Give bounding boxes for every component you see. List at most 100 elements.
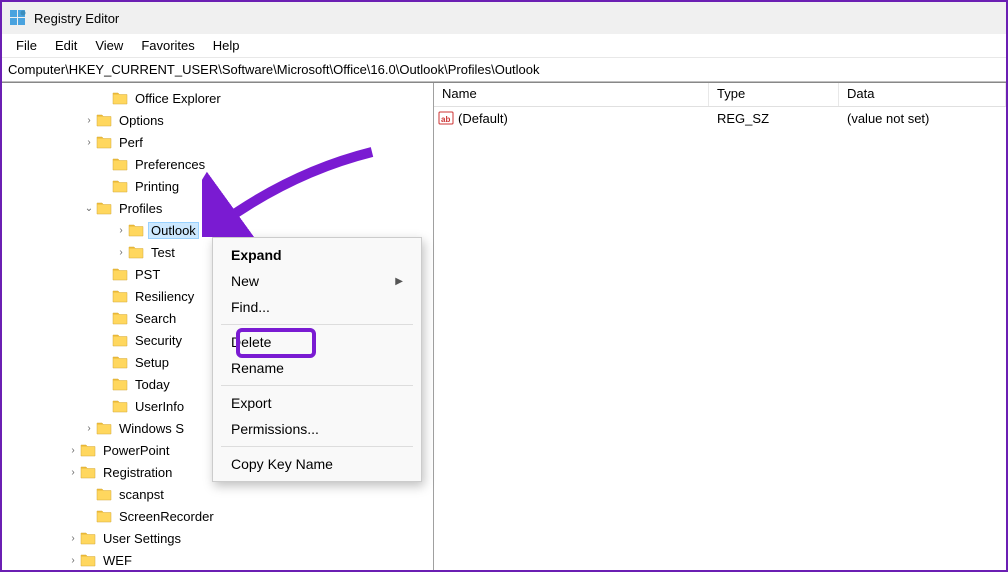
chevron-right-icon[interactable]: ›: [66, 553, 80, 567]
tree-item[interactable]: › WEF: [2, 549, 433, 570]
ctx-delete[interactable]: Delete: [213, 329, 421, 355]
chevron-right-icon[interactable]: ›: [114, 245, 128, 259]
folder-icon: [112, 91, 128, 105]
toggle-spacer: [98, 399, 112, 413]
tree-item-label: WEF: [100, 552, 135, 569]
folder-icon: [112, 399, 128, 413]
folder-icon: [128, 245, 144, 259]
tree-item-label: PST: [132, 266, 163, 283]
folder-icon: [96, 201, 112, 215]
ctx-export[interactable]: Export: [213, 390, 421, 416]
toggle-spacer: [98, 377, 112, 391]
tree-item-label: User Settings: [100, 530, 184, 547]
folder-icon: [112, 289, 128, 303]
chevron-right-icon[interactable]: ›: [82, 135, 96, 149]
folder-icon: [80, 531, 96, 545]
main-content: Office Explorer › Options › Perf Preferences P…: [2, 82, 1006, 570]
tree-item-label: Printing: [132, 178, 182, 195]
tree-item[interactable]: › Options: [2, 109, 433, 131]
chevron-right-icon[interactable]: ›: [66, 465, 80, 479]
folder-icon: [96, 421, 112, 435]
menu-favorites[interactable]: Favorites: [133, 36, 202, 55]
tree-item-label: Test: [148, 244, 178, 261]
tree-item-label: Profiles: [116, 200, 165, 217]
tree-item-label: Outlook: [148, 222, 199, 239]
tree-item[interactable]: scanpst: [2, 483, 433, 505]
toggle-spacer: [98, 355, 112, 369]
tree-item-label: Security: [132, 332, 185, 349]
col-header-type[interactable]: Type: [709, 83, 839, 106]
value-data: (value not set): [839, 108, 1006, 129]
toggle-spacer: [82, 509, 96, 523]
folder-icon: [96, 509, 112, 523]
tree-item-label: PowerPoint: [100, 442, 172, 459]
svg-text:ab: ab: [441, 115, 450, 124]
list-header: Name Type Data: [434, 83, 1006, 107]
ctx-expand[interactable]: Expand: [213, 242, 421, 268]
chevron-down-icon[interactable]: ⌄: [82, 201, 96, 215]
tree-item[interactable]: Preferences: [2, 153, 433, 175]
toggle-spacer: [98, 157, 112, 171]
folder-icon: [80, 553, 96, 567]
chevron-right-icon[interactable]: ›: [82, 421, 96, 435]
menu-file[interactable]: File: [8, 36, 45, 55]
folder-icon: [96, 487, 112, 501]
tree-item-label: Registration: [100, 464, 175, 481]
folder-icon: [128, 223, 144, 237]
toggle-spacer: [98, 311, 112, 325]
ctx-separator: [221, 324, 413, 325]
chevron-right-icon[interactable]: ›: [66, 443, 80, 457]
menu-edit[interactable]: Edit: [47, 36, 85, 55]
submenu-arrow-icon: ▶: [395, 276, 403, 287]
tree-item[interactable]: Office Explorer: [2, 87, 433, 109]
menu-help[interactable]: Help: [205, 36, 248, 55]
chevron-right-icon[interactable]: ›: [66, 531, 80, 545]
string-value-icon: ab: [438, 110, 454, 126]
ctx-separator: [221, 385, 413, 386]
folder-icon: [80, 465, 96, 479]
folder-icon: [112, 377, 128, 391]
folder-icon: [112, 179, 128, 193]
toggle-spacer: [98, 91, 112, 105]
tree-item[interactable]: ⌄ Profiles: [2, 197, 433, 219]
ctx-rename[interactable]: Rename: [213, 355, 421, 381]
tree-item[interactable]: ScreenRecorder: [2, 505, 433, 527]
list-row[interactable]: ab (Default) REG_SZ (value not set): [434, 107, 1006, 129]
tree-item-label: Today: [132, 376, 173, 393]
folder-icon: [80, 443, 96, 457]
tree-item-label: Search: [132, 310, 179, 327]
tree-item-label: ScreenRecorder: [116, 508, 217, 525]
regedit-icon: [10, 10, 26, 26]
tree-item[interactable]: Printing: [2, 175, 433, 197]
tree-item-label: Preferences: [132, 156, 208, 173]
ctx-permissions[interactable]: Permissions...: [213, 416, 421, 442]
folder-icon: [96, 113, 112, 127]
col-header-name[interactable]: Name: [434, 83, 709, 106]
list-pane[interactable]: Name Type Data ab (Default) REG_SZ (valu…: [434, 83, 1006, 570]
tree-item[interactable]: › Perf: [2, 131, 433, 153]
tree-item-label: Perf: [116, 134, 146, 151]
tree-item-label: Resiliency: [132, 288, 197, 305]
tree-item-label: Windows S: [116, 420, 187, 437]
tree-item-label: scanpst: [116, 486, 167, 503]
tree-item[interactable]: › User Settings: [2, 527, 433, 549]
context-menu: Expand New▶ Find... Delete Rename Export…: [212, 237, 422, 482]
toggle-spacer: [98, 179, 112, 193]
folder-icon: [96, 135, 112, 149]
value-type: REG_SZ: [709, 108, 839, 129]
tree-item-label: Office Explorer: [132, 90, 224, 107]
tree-item-label: Setup: [132, 354, 172, 371]
tree-item-label: Options: [116, 112, 167, 129]
chevron-right-icon[interactable]: ›: [114, 223, 128, 237]
ctx-copy-key-name[interactable]: Copy Key Name: [213, 451, 421, 477]
toggle-spacer: [98, 289, 112, 303]
ctx-find[interactable]: Find...: [213, 294, 421, 320]
window-title: Registry Editor: [34, 11, 119, 26]
folder-icon: [112, 267, 128, 281]
chevron-right-icon[interactable]: ›: [82, 113, 96, 127]
menu-view[interactable]: View: [87, 36, 131, 55]
ctx-new[interactable]: New▶: [213, 268, 421, 294]
col-header-data[interactable]: Data: [839, 83, 1006, 106]
folder-icon: [112, 333, 128, 347]
addressbar[interactable]: Computer\HKEY_CURRENT_USER\Software\Micr…: [2, 58, 1006, 82]
